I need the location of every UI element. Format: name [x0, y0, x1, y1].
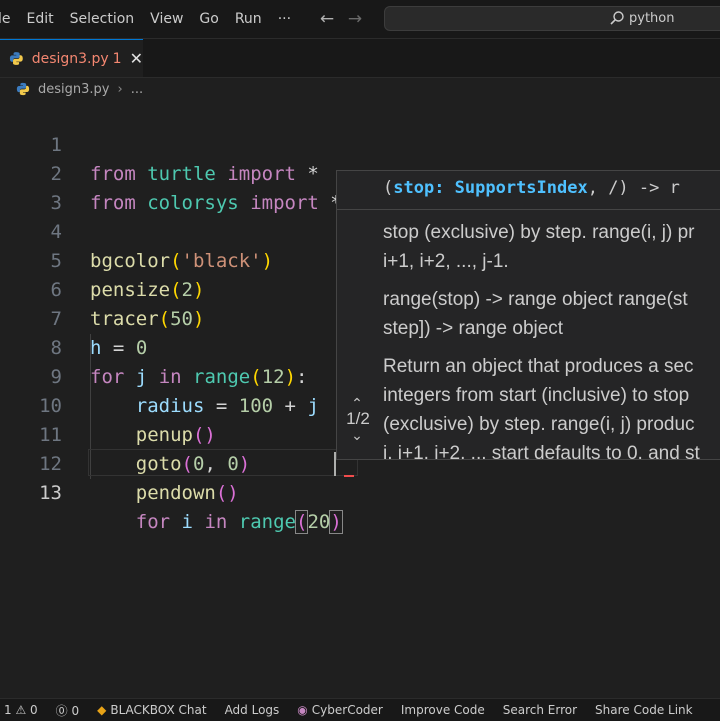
signature-divider	[337, 209, 720, 210]
python-file-icon	[9, 52, 23, 65]
arrow-right-icon[interactable]: →	[341, 9, 369, 29]
status-bar: 1 ⚠ 0 ⓪ 0 ◆ BLACKBOX Chat Add Logs ◉ Cyber…	[0, 698, 720, 721]
doc-line: i+1, i+2, ..., j-1.	[383, 251, 509, 272]
code-line: 1 from turtle import *	[0, 102, 720, 185]
status-improve-code[interactable]: Improve Code	[401, 703, 485, 717]
menu-selection[interactable]: Selection	[62, 0, 143, 38]
breadcrumb: design3.py › ...	[0, 78, 720, 100]
doc-line: Return an object that produces a sec	[383, 356, 694, 377]
error-squiggle	[344, 471, 354, 477]
menu-edit[interactable]: Edit	[19, 0, 62, 38]
python-file-icon	[16, 82, 30, 96]
status-search-error[interactable]: Search Error	[503, 703, 577, 717]
active-parameter: stop: SupportsIndex	[393, 178, 588, 198]
menu-go[interactable]: Go	[191, 0, 226, 38]
signature-label: (stop: SupportsIndex, /) -> r	[383, 178, 680, 198]
tab-design3-py[interactable]: design3.py 1 ✕	[0, 39, 143, 77]
menu-file[interactable]: le	[0, 0, 19, 38]
cybercoder-icon: ◉	[297, 703, 308, 717]
signature-help-widget[interactable]: (stop: SupportsIndex, /) -> r stop (excl…	[336, 170, 720, 460]
status-blackbox-chat[interactable]: ◆ BLACKBOX Chat	[97, 703, 206, 717]
status-share-code-link[interactable]: Share Code Link	[595, 703, 693, 717]
doc-line: range(stop) -> range object range(st	[383, 289, 688, 310]
code-line: 2 from colorsys import *	[0, 131, 720, 214]
status-ports[interactable]: ⓪ 0	[56, 702, 79, 719]
status-label: BLACKBOX Chat	[110, 703, 207, 717]
signature-rest: , /) -> r	[587, 178, 680, 198]
breadcrumb-symbols[interactable]: ...	[131, 82, 143, 97]
status-problems[interactable]: 1 ⚠ 0	[4, 703, 38, 717]
status-cybercoder[interactable]: ◉ CyberCoder	[297, 703, 383, 717]
chevron-down-icon[interactable]: ⌄	[337, 429, 377, 443]
signature-open: (	[383, 178, 394, 198]
status-label: CyberCoder	[311, 703, 383, 717]
status-add-logs[interactable]: Add Logs	[225, 703, 280, 717]
breadcrumb-file[interactable]: design3.py	[38, 82, 109, 97]
tab-problem-count: 1	[112, 50, 122, 67]
search-icon	[610, 11, 624, 25]
overload-counter: 1/2	[346, 409, 370, 428]
doc-line: i, i+1, i+2, ... start defaults to 0, an…	[383, 443, 700, 460]
doc-line: (exclusive) by step. range(i, j) produc	[383, 414, 695, 435]
menu-view[interactable]: View	[142, 0, 191, 38]
code-text: pendown()	[135, 482, 239, 504]
doc-line: integers from start (inclusive) to stop	[383, 385, 690, 406]
arrow-left-icon[interactable]: ←	[313, 9, 341, 29]
command-center-search[interactable]: python	[384, 6, 720, 31]
line-number: 13	[39, 482, 62, 504]
command-center-text: python	[629, 11, 675, 26]
menu-run[interactable]: Run	[227, 0, 270, 38]
code-text: for i in range(20)	[135, 510, 343, 534]
tab-bar: design3.py 1 ✕	[0, 39, 720, 78]
doc-line: step]) -> range object	[383, 318, 564, 339]
menu-more[interactable]: ···	[270, 0, 299, 38]
doc-line: stop (exclusive) by step. range(i, j) pr	[383, 222, 695, 243]
menu-bar: le Edit Selection View Go Run ··· ← → py…	[0, 0, 720, 39]
tab-label: design3.py	[31, 50, 109, 67]
close-icon[interactable]: ✕	[130, 49, 143, 68]
chevron-right-icon: ›	[117, 81, 123, 97]
blackbox-icon: ◆	[97, 703, 107, 717]
